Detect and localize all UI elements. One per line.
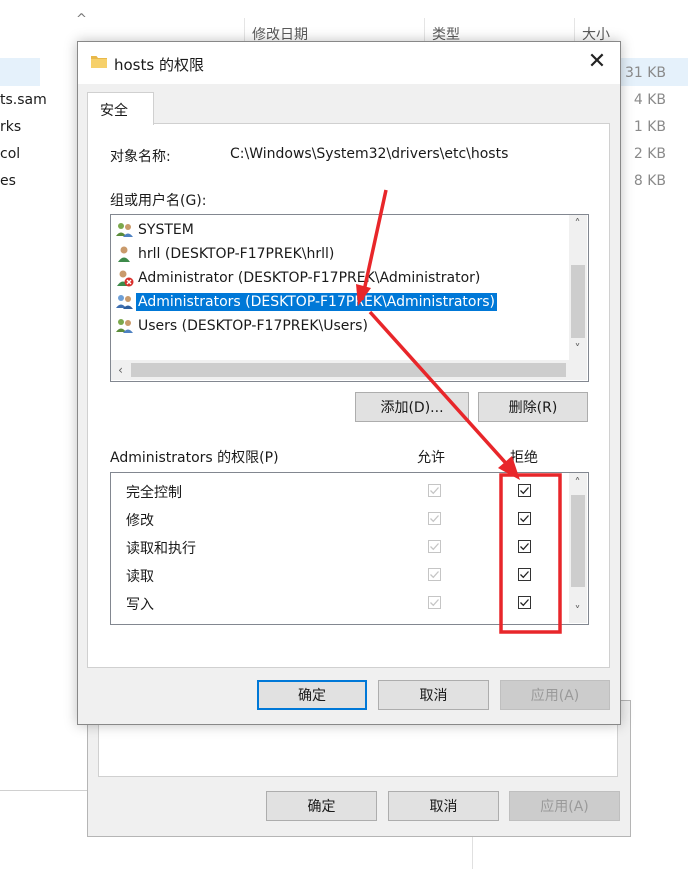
tab-label: 安全 (100, 103, 128, 119)
highlight-box (499, 473, 562, 634)
annotation-overlay (356, 189, 562, 634)
annotation-arrow-line (360, 189, 388, 301)
arrow-head-icon (356, 284, 371, 306)
tab-security[interactable]: 安全 (87, 92, 154, 125)
annotation-arrow-line (368, 310, 514, 472)
